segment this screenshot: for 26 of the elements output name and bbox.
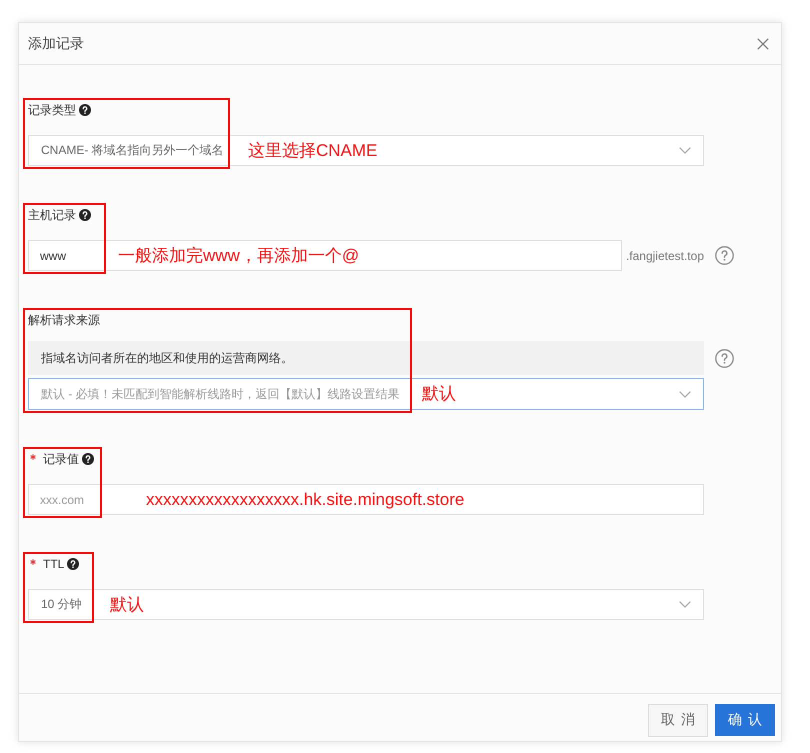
highlight-frame xyxy=(23,552,94,623)
annotation-text: 这里选择CNAME xyxy=(248,140,378,160)
field-label: 解析请求来源 xyxy=(28,312,100,328)
annotation-text: 默认 xyxy=(422,384,456,404)
help-icon[interactable] xyxy=(67,558,80,570)
chevron-down-icon xyxy=(679,390,691,398)
field-label: 记录值 xyxy=(43,450,79,468)
field-label: TTL xyxy=(43,557,64,571)
annotation-text: xxxxxxxxxxxxxxxxxx.hk.site.mingsoft.store xyxy=(146,490,464,510)
help-icon[interactable] xyxy=(79,209,91,221)
info-note: 指域名访问者所在的地区和使用的运营商网络。 xyxy=(28,341,704,375)
cancel-button[interactable]: 取消 xyxy=(648,704,708,736)
confirm-button[interactable]: 确认 xyxy=(715,704,775,736)
help-circle-icon[interactable] xyxy=(715,246,734,265)
chevron-down-icon xyxy=(679,601,691,608)
help-circle-icon[interactable] xyxy=(715,348,734,368)
chevron-down-icon xyxy=(679,147,691,154)
dialog-title: 添加记录 xyxy=(28,34,84,52)
close-icon[interactable] xyxy=(757,38,769,50)
annotation-text: 一般添加完www，再添加一个@ xyxy=(118,246,360,266)
annotation-text: 默认 xyxy=(110,594,144,614)
field-label: 主机记录 xyxy=(28,206,76,224)
field-label: 记录类型 xyxy=(28,102,76,118)
domain-suffix: .fangjietest.top xyxy=(626,248,704,262)
help-icon[interactable] xyxy=(79,104,91,116)
help-icon[interactable] xyxy=(82,453,94,465)
